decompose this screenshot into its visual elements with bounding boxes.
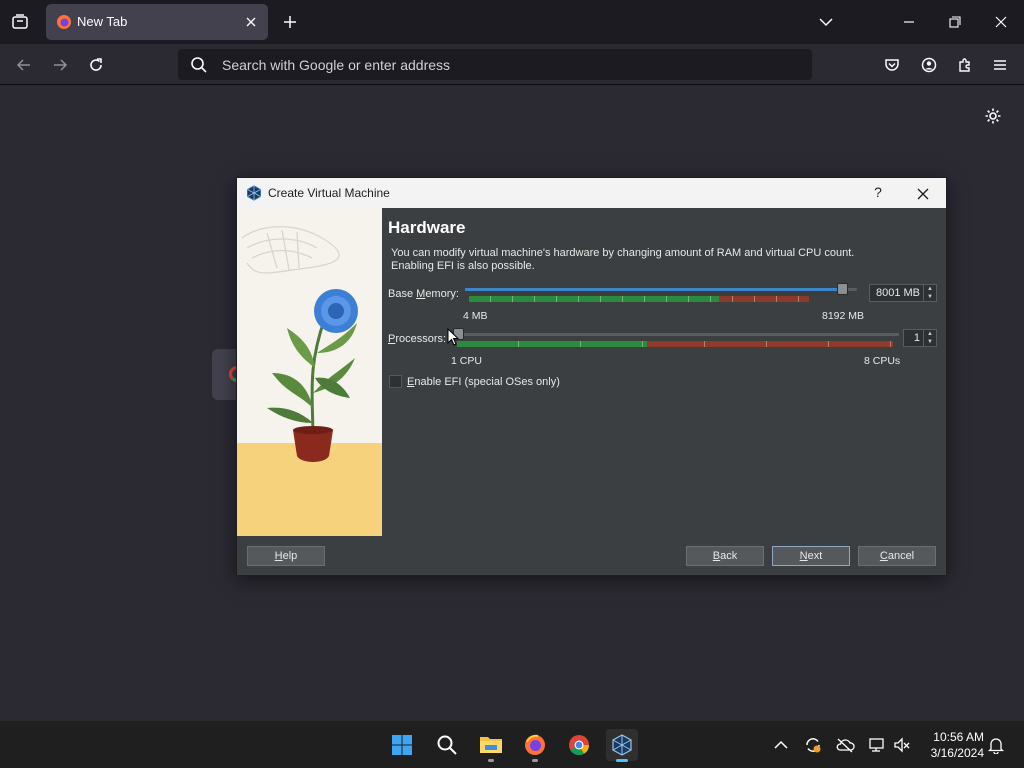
chevron-down-icon[interactable] — [816, 12, 836, 32]
active-indicator — [616, 759, 628, 762]
clock-time: 10:56 AM — [933, 730, 984, 744]
tab-new-tab[interactable]: New Tab — [46, 4, 268, 40]
base-memory-slider-handle[interactable] — [837, 283, 848, 295]
minimize-icon[interactable] — [899, 12, 919, 32]
network-icon[interactable] — [867, 735, 887, 755]
base-memory-label: Base Memory: — [388, 288, 459, 300]
base-memory-spinbox[interactable]: ▲▼ — [869, 284, 937, 302]
reload-icon[interactable] — [84, 53, 108, 77]
close-window-icon[interactable] — [991, 12, 1011, 32]
taskbar: 10:56 AM 3/16/2024 — [0, 720, 1024, 768]
chrome-icon[interactable] — [563, 729, 595, 761]
dialog-title: Create Virtual Machine — [268, 186, 390, 200]
close-tab-icon[interactable] — [242, 13, 260, 31]
base-memory-spin-arrows[interactable]: ▲ ▼ — [923, 285, 936, 301]
browser-nav-bar — [0, 44, 1024, 85]
spin-up-icon[interactable]: ▲ — [924, 285, 936, 293]
account-icon[interactable] — [917, 53, 941, 77]
page-description: You can modify virtual machine's hardwar… — [391, 247, 855, 272]
volume-muted-icon[interactable] — [892, 735, 912, 755]
back-arrow-icon[interactable] — [12, 53, 36, 77]
onedrive-cloud-icon[interactable] — [835, 735, 855, 755]
processors-spin-arrows[interactable]: ▲ ▼ — [923, 330, 936, 346]
dialog-button-row: Help Back Next Cancel — [237, 536, 946, 575]
spin-up-icon[interactable]: ▲ — [924, 330, 936, 338]
tab-list-icon[interactable] — [8, 10, 32, 34]
url-bar[interactable] — [178, 49, 812, 80]
dialog-title-bar: Create Virtual Machine ? — [237, 178, 946, 208]
browser-tab-bar: New Tab — [0, 0, 1024, 44]
system-clock[interactable]: 10:56 AM 3/16/2024 — [922, 729, 984, 761]
search-icon — [190, 56, 208, 74]
processors-spinbox[interactable]: ▲▼ — [903, 329, 937, 347]
extensions-icon[interactable] — [953, 53, 977, 77]
back-button[interactable]: Back — [686, 546, 764, 566]
enable-efi-checkbox[interactable] — [389, 375, 402, 388]
cancel-button[interactable]: Cancel — [858, 546, 936, 566]
create-vm-dialog: Create Virtual Machine ? Hardware You ca… — [236, 177, 947, 576]
running-indicator — [532, 759, 538, 762]
spin-down-icon[interactable]: ▼ — [924, 338, 936, 346]
processors-slider[interactable] — [453, 328, 899, 340]
sync-icon[interactable] — [803, 735, 823, 755]
firefox-icon — [56, 14, 72, 30]
hardware-page: Hardware You can modify virtual machine'… — [383, 208, 946, 536]
tray-chevron-up-icon[interactable] — [771, 735, 791, 755]
cpu-max-label: 8 CPUs — [864, 355, 901, 367]
pocket-icon[interactable] — [880, 53, 904, 77]
plant-illustration — [241, 226, 358, 462]
new-tab-plus-icon[interactable] — [279, 11, 301, 33]
virtualbox-icon — [246, 185, 262, 201]
help-button[interactable]: Help — [247, 546, 325, 566]
running-indicator — [488, 759, 494, 762]
processors-input[interactable] — [906, 331, 920, 345]
cpu-scale-ticks — [457, 341, 893, 347]
base-memory-input[interactable] — [872, 286, 920, 300]
processors-label: Processors: — [388, 333, 447, 345]
next-button[interactable]: Next — [772, 546, 850, 566]
search-icon[interactable] — [431, 729, 463, 761]
page-heading: Hardware — [388, 218, 466, 237]
restore-icon[interactable] — [945, 12, 965, 32]
url-input[interactable] — [222, 53, 782, 76]
start-windows-icon[interactable] — [386, 729, 418, 761]
virtualbox-taskbar-icon[interactable] — [606, 729, 638, 762]
spin-down-icon[interactable]: ▼ — [924, 293, 936, 301]
base-memory-slider-fill — [465, 288, 842, 291]
file-explorer-icon[interactable] — [475, 729, 507, 762]
hamburger-menu-icon[interactable] — [988, 53, 1012, 77]
memory-scale-ticks — [469, 296, 809, 302]
enable-efi-label[interactable]: Enable EFI (special OSes only) — [407, 376, 560, 388]
memory-max-label: 8192 MB — [822, 310, 865, 322]
gear-icon[interactable] — [982, 105, 1004, 127]
memory-min-label: 4 MB — [463, 310, 488, 322]
tab-title: New Tab — [77, 14, 128, 29]
close-dialog-icon[interactable] — [913, 184, 933, 204]
wizard-illustration — [237, 208, 382, 536]
clock-date: 3/16/2024 — [930, 746, 984, 760]
notification-bell-icon[interactable] — [986, 735, 1006, 755]
firefox-icon[interactable] — [519, 729, 551, 762]
forward-arrow-icon[interactable] — [48, 53, 72, 77]
mouse-cursor-icon — [447, 328, 459, 346]
help-question-icon[interactable]: ? — [869, 184, 887, 202]
cpu-min-label: 1 CPU — [451, 355, 482, 367]
base-memory-slider[interactable] — [465, 283, 857, 295]
